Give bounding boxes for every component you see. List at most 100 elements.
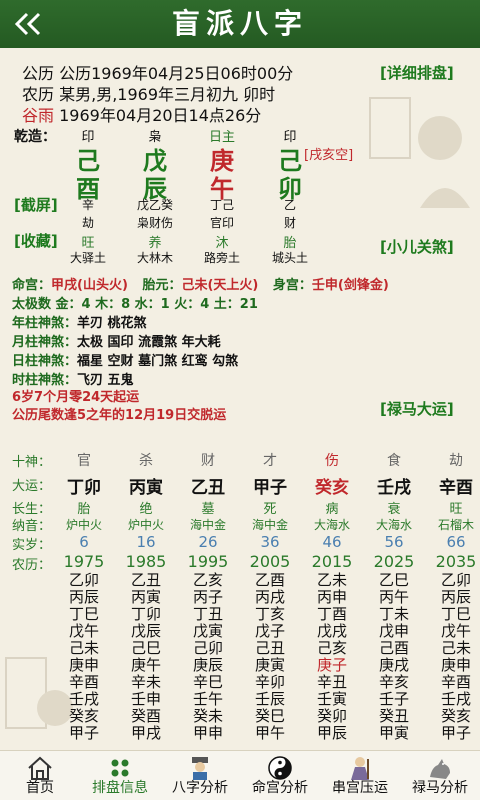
pillar-hidden-stem: 丁己 <box>209 198 234 212</box>
dayun-age: 36 <box>260 533 280 551</box>
child-obstacles-button[interactable]: [小儿关煞] <box>380 236 454 257</box>
dayun-flow-year: 癸亥 <box>68 707 99 725</box>
dayun-ten-god: 财 <box>201 453 215 469</box>
dayun-age: 6 <box>79 533 89 551</box>
dayun-pillar[interactable]: 丙寅 <box>116 473 176 498</box>
dayun-year: 1995 <box>187 552 229 571</box>
detail-chart-button[interactable]: [详细排盘] <box>380 62 454 83</box>
dayun-flow-year: 辛未 <box>130 673 161 691</box>
shensha-row: 日柱神煞：福星 空财 墓门煞 红鸾 勾煞 <box>12 350 238 369</box>
dayun-flow-year: 癸未 <box>192 707 223 725</box>
dayun-flow-year: 己亥 <box>316 639 347 657</box>
dayun-flow-year: 戊午 <box>68 622 99 640</box>
dayun-flow-year: 丙辰 <box>68 588 99 606</box>
dayun-pillar[interactable]: 癸亥 <box>302 473 362 498</box>
dayun-flow-year: 丙辰 <box>440 588 471 606</box>
dayun-age: 66 <box>446 533 466 551</box>
dayun-flow-year: 甲辰 <box>316 724 347 742</box>
dayun-flow-year: 辛巳 <box>192 673 223 691</box>
kongwang-label: [戌亥空] <box>304 148 354 163</box>
dayun-flow-year: 乙丑 <box>130 571 161 589</box>
pillar-nayin: 路旁土 <box>203 251 240 265</box>
dayun-flow-year: 壬午 <box>192 690 223 708</box>
dayun-flow-year: 甲寅 <box>378 724 409 742</box>
dayun-flow-year: 癸亥 <box>440 707 471 725</box>
tab-label: 禄马分析 <box>412 780 468 796</box>
dayun-flow-year: 丙午 <box>378 588 409 606</box>
luma-dayun-button[interactable]: [禄马大运] <box>380 398 454 419</box>
dayun-flow-year: 甲申 <box>192 724 223 742</box>
dayun-pillar[interactable]: 乙丑 <box>178 473 238 498</box>
bottom-tab-bar: 首页 排盘信息 八字分析 命宫分析 串宫压运 禄马分析 <box>0 750 480 800</box>
pillar-hidden-stem: 戊乙癸 <box>136 198 173 212</box>
dayun-flow-year: 壬子 <box>378 690 409 708</box>
dayun-flow-year: 丁亥 <box>254 605 285 623</box>
app-header: 盲派八字 <box>0 0 480 48</box>
dayun-flow-year: 己巳 <box>130 639 161 657</box>
chart-content: 公历 公历1969年04月25日06时00分 [详细排盘] 农历 某男,男,19… <box>0 48 480 750</box>
dayun-flow-year: 丙申 <box>316 588 347 606</box>
dayun-nayin: 海中金 <box>189 518 226 532</box>
dayun-flow-year: 癸酉 <box>130 707 161 725</box>
tab-chart-info[interactable]: 排盘信息 <box>80 751 160 800</box>
dayun-year: 1975 <box>63 552 105 571</box>
dayun-flow-year: 壬辰 <box>254 690 285 708</box>
dayun-flow-year: 辛卯 <box>254 673 285 691</box>
tab-home[interactable]: 首页 <box>0 751 80 800</box>
dayun-flow-year: 丁酉 <box>316 605 347 623</box>
dayun-year: 2005 <box>249 552 291 571</box>
tab-label: 首页 <box>26 780 54 796</box>
dayun-ten-god: 伤 <box>325 453 339 469</box>
tab-bazi-analysis[interactable]: 八字分析 <box>160 751 240 800</box>
pillar-hidden-god: 劫 <box>81 216 94 230</box>
tab-palace-analysis[interactable]: 命宫分析 <box>240 751 320 800</box>
dayun-flow-year: 丙戌 <box>254 588 285 606</box>
dayun-pillar[interactable]: 辛酉 <box>426 473 480 498</box>
dayun-flow-year: 庚戌 <box>378 656 409 674</box>
dayun-age: 46 <box>322 533 342 551</box>
dayun-flow-year: 乙未 <box>316 571 347 589</box>
shengong-label: 身宫： <box>272 278 312 293</box>
dayun-flow-year: 庚寅 <box>254 656 285 674</box>
dayun-state: 墓 <box>201 502 215 517</box>
dayun-flow-year: 丁巳 <box>440 605 471 623</box>
dayun-state: 绝 <box>139 502 153 517</box>
dayun-flow-year: 庚申 <box>68 656 99 674</box>
dayun-pillar[interactable]: 壬戌 <box>364 473 424 498</box>
dayun-nayin: 炉中火 <box>65 518 102 532</box>
favorite-button[interactable]: [收藏] <box>14 230 58 251</box>
dayun-row-label: 农历： <box>12 558 52 573</box>
minggong-label: 命宫： <box>12 278 52 293</box>
dayun-nayin: 炉中火 <box>127 518 164 532</box>
tab-luma-analysis[interactable]: 禄马分析 <box>400 751 480 800</box>
dayun-flow-year: 乙卯 <box>68 571 99 589</box>
dayun-age: 16 <box>136 533 156 551</box>
dayun-flow-year: 丙子 <box>192 588 223 606</box>
shensha-label: 年柱神煞： <box>12 316 78 331</box>
pillar-hidden-stem: 辛 <box>81 198 94 212</box>
dayun-flow-year: 丁巳 <box>68 605 99 623</box>
pillar-nayin: 城头土 <box>271 251 308 265</box>
dayun-nayin: 海中金 <box>251 518 288 532</box>
pillar-nayin: 大驿土 <box>69 251 106 265</box>
dayun-flow-year: 庚辰 <box>192 656 223 674</box>
dayun-year: 1985 <box>125 552 167 571</box>
dayun-flow-year: 甲子 <box>68 724 99 742</box>
dayun-row-label: 纳音： <box>12 519 52 534</box>
dayun-flow-year: 庚午 <box>130 656 161 674</box>
dayun-flow-year: 辛酉 <box>68 673 99 691</box>
tab-palace-pressure[interactable]: 串宫压运 <box>320 751 400 800</box>
app-title: 盲派八字 <box>171 7 308 40</box>
dayun-state: 旺 <box>449 502 463 517</box>
dayun-year: 2025 <box>373 552 415 571</box>
screenshot-button[interactable]: [截屏] <box>14 194 58 215</box>
shensha-label: 日柱神煞： <box>12 354 78 369</box>
taiyuan-value: 己未(天上火) <box>181 278 259 293</box>
dayun-row-label: 十神： <box>12 455 52 470</box>
dayun-flow-year: 辛酉 <box>440 673 471 691</box>
dayun-pillar[interactable]: 甲子 <box>240 473 300 498</box>
dayun-nayin: 大海水 <box>375 518 412 532</box>
dayun-ten-god: 杀 <box>139 453 153 469</box>
dayun-pillar[interactable]: 丁卯 <box>54 473 114 498</box>
dayun-state: 衰 <box>387 502 401 517</box>
